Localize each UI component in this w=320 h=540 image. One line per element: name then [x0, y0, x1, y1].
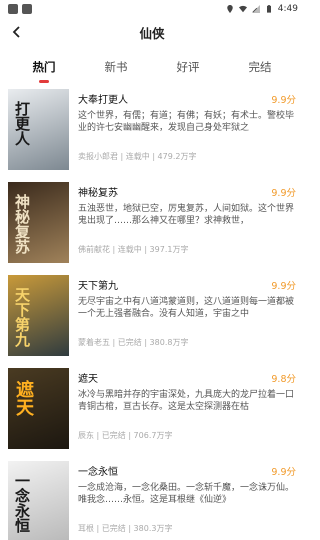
tab-new[interactable]: 新书 — [88, 53, 144, 83]
cover-title: 一念永恒 — [13, 473, 31, 533]
book-title[interactable]: 天下第九 — [78, 277, 118, 292]
cover-title: 天下第九 — [13, 287, 31, 347]
tab-top-rated[interactable]: 好评 — [160, 53, 216, 83]
tab-bar: 热门 新书 好评 完结 — [0, 47, 304, 89]
book-cover[interactable]: 打更人 — [8, 89, 69, 170]
tab-completed[interactable]: 完结 — [232, 53, 288, 83]
book-cover[interactable]: 天下第九 — [8, 275, 69, 356]
book-description: 五浊恶世，地狱已空，厉鬼复苏，人间如狱。这个世界鬼出现了……那么神又在哪里？求神… — [78, 204, 295, 226]
cover-title: 神秘复苏 — [13, 194, 31, 254]
book-score: 9.9分 — [271, 466, 296, 478]
book-title[interactable]: 神秘复苏 — [78, 184, 118, 199]
book-description: 冰冷与黑暗并存的宇宙深处，九具庞大的龙尸拉着一口青铜古棺，亘古长存。这是太空探测… — [78, 390, 295, 412]
book-cover[interactable]: 一念永恒 — [8, 461, 69, 540]
chevron-left-icon — [12, 26, 20, 38]
book-item[interactable]: 打更人 大奉打更人 9.9分 这个世界，有儒；有道；有佛；有妖；有术士。警校毕业的… — [8, 89, 296, 182]
book-meta: 佛前献花 | 连载中 | 397.1万字 — [78, 245, 189, 254]
notification-icon — [8, 3, 18, 14]
book-list: 打更人 大奉打更人 9.9分 这个世界，有儒；有道；有佛；有妖；有术士。警校毕业的… — [0, 89, 304, 540]
book-item[interactable]: 一念永恒 一念永恒 9.9分 一念成沧海，一念化桑田。一念斩千魔，一念诛万仙。唯我… — [8, 461, 296, 540]
tab-label: 新书 — [104, 60, 128, 74]
book-description: 这个世界，有儒；有道；有佛；有妖；有术士。警校毕业的许七安幽幽醒来，发现自己身处… — [78, 111, 295, 133]
notification-icon — [22, 3, 32, 14]
battery-icon — [266, 4, 271, 13]
book-description: 无尽宇宙之中有八道鸿蒙道则，这八道道则每一道都被一个无上强者融合。没有人知道，宇… — [78, 297, 295, 319]
title-bar: 仙侠 — [0, 17, 304, 47]
back-button[interactable] — [8, 23, 26, 41]
cover-title: 遮天 — [13, 380, 34, 416]
cover-title: 打更人 — [13, 101, 31, 146]
book-score: 9.9分 — [271, 187, 296, 199]
notification-icons — [8, 3, 32, 14]
book-score: 9.9分 — [271, 280, 296, 292]
book-title[interactable]: 大奉打更人 — [78, 91, 128, 106]
book-meta: 卖报小郎君 | 连载中 | 479.2万字 — [78, 152, 197, 161]
book-cover[interactable]: 遮天 — [8, 368, 69, 449]
book-score: 9.8分 — [271, 373, 296, 385]
book-description: 一念成沧海，一念化桑田。一念斩千魔，一念诛万仙。唯我念……永恒。这是耳根继《仙逆… — [78, 483, 295, 505]
signal-icon — [251, 4, 260, 13]
active-tab-indicator — [39, 80, 49, 83]
tab-label: 热门 — [32, 60, 56, 74]
page-title: 仙侠 — [139, 25, 165, 41]
status-time: 4:49 — [277, 3, 298, 14]
book-title[interactable]: 遮天 — [78, 370, 98, 385]
location-icon — [227, 4, 233, 13]
book-title[interactable]: 一念永恒 — [78, 463, 118, 478]
book-meta: 辰东 | 已完结 | 706.7万字 — [78, 431, 173, 440]
book-meta: 耳根 | 已完结 | 380.3万字 — [78, 524, 173, 533]
book-item[interactable]: 天下第九 天下第九 9.9分 无尽宇宙之中有八道鸿蒙道则，这八道道则每一道都被一个… — [8, 275, 296, 368]
book-meta: 蒙着老五 | 已完结 | 380.8万字 — [78, 338, 189, 347]
book-item[interactable]: 遮天 遮天 9.8分 冰冷与黑暗并存的宇宙深处，九具庞大的龙尸拉着一口青铜古棺，亘… — [8, 368, 296, 461]
tab-label: 好评 — [176, 60, 200, 74]
book-score: 9.9分 — [271, 94, 296, 106]
book-item[interactable]: 神秘复苏 神秘复苏 9.9分 五浊恶世，地狱已空，厉鬼复苏，人间如狱。这个世界鬼出… — [8, 182, 296, 275]
tab-label: 完结 — [248, 60, 272, 74]
wifi-icon — [238, 5, 247, 12]
tab-hot[interactable]: 热门 — [16, 53, 72, 83]
book-cover[interactable]: 神秘复苏 — [8, 182, 69, 263]
status-bar: 4:49 — [0, 0, 304, 17]
